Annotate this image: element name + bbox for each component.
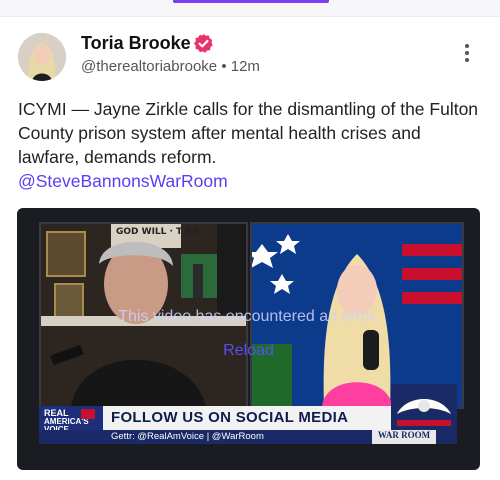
active-tab-indicator[interactable] <box>173 0 329 3</box>
verified-badge-icon <box>193 33 213 53</box>
post-text: ICYMI — Jayne Zirkle calls for the disma… <box>18 99 479 167</box>
flag-icon <box>81 409 95 419</box>
handle-line: @therealtoriabrooke • 12m <box>81 58 260 75</box>
banner-subtitle: Gettr: @RealAmVoice | @WarRoom <box>111 431 264 442</box>
video-error-message: This video has encountered an error. <box>118 308 379 325</box>
author-name[interactable]: Toria Brooke <box>81 33 191 54</box>
sign-text: GOD WILL · T BE <box>116 227 198 237</box>
mention-link[interactable]: @SteveBannonsWarRoom <box>18 171 228 191</box>
separator-dot: • <box>221 58 227 75</box>
avatar[interactable] <box>18 33 66 81</box>
reload-button[interactable]: Reload <box>17 342 480 360</box>
more-options-icon[interactable] <box>460 44 474 66</box>
post-body: ICYMI — Jayne Zirkle calls for the disma… <box>18 97 480 193</box>
avatar-image <box>18 33 66 81</box>
banner-title: FOLLOW US ON SOCIAL MEDIA <box>111 409 349 426</box>
video-player[interactable]: GOD WILL · T BE This video has encounter… <box>17 208 480 470</box>
author-handle[interactable]: @therealtoriabrooke <box>81 58 217 75</box>
post-time: 12m <box>230 58 260 75</box>
war-room-label: WAR ROOM <box>372 430 436 444</box>
